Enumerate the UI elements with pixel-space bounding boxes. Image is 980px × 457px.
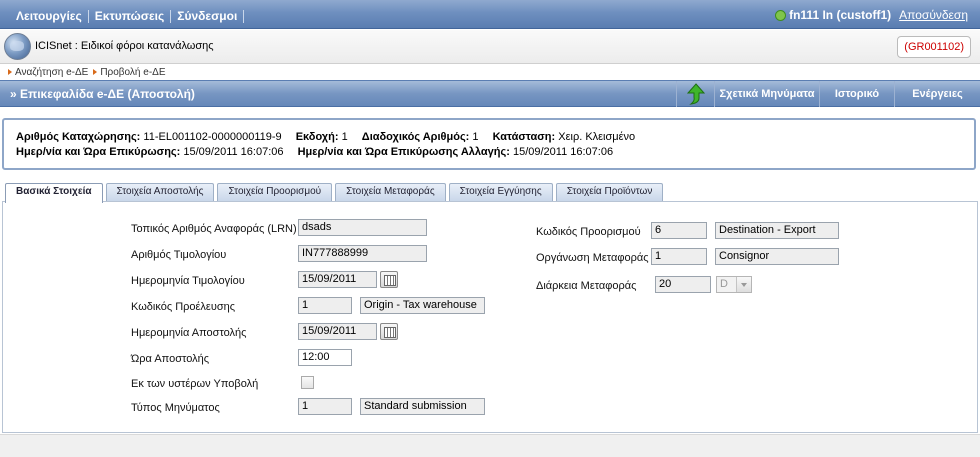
breadcrumb-search[interactable]: Αναζήτηση e-ΔΕ [15, 67, 88, 78]
breadcrumb-arrow-icon [8, 69, 12, 75]
origin-description-field: Origin - Tax warehouse [360, 297, 485, 314]
validation-datetime-label: Ημερ/νία και Ώρα Επικύρωσης: [16, 146, 181, 158]
summary-row-1: Αριθμός Καταχώρησης: 11-EL001102-0000000… [16, 131, 635, 143]
invoice-date-field[interactable]: 15/09/2011 [298, 271, 377, 288]
menu-separator [243, 9, 245, 23]
destination-code-label: Κωδικός Προορισμού [536, 226, 641, 238]
calendar-icon[interactable] [380, 323, 398, 340]
go-button[interactable] [676, 81, 714, 107]
user-area: fn111 In (custoff1) Αποσύνδεση [775, 8, 968, 22]
tab-bar: Βασικά Στοιχεία Στοιχεία Αποστολής Στοιχ… [5, 183, 666, 203]
tab-products[interactable]: Στοιχεία Προϊόντων [555, 183, 664, 201]
logout-link[interactable]: Αποσύνδεση [899, 8, 968, 22]
duration-unit-select[interactable]: D [716, 276, 752, 293]
destination-code-field[interactable]: 6 [651, 222, 707, 239]
dispatch-time-label: Ώρα Αποστολής [131, 353, 210, 365]
dispatch-date-label: Ημερομηνία Αποστολής [131, 327, 247, 339]
breadcrumb-arrow-icon [93, 69, 98, 75]
office-ref-badge: (GR001102) [897, 36, 971, 58]
section-header: » Επικεφαλίδα e-ΔΕ (Αποστολή) Σχετικά Μη… [0, 80, 980, 107]
globe-icon [4, 33, 31, 60]
origin-code-label: Κωδικός Προέλευσης [131, 301, 236, 313]
menu-separator [170, 9, 172, 23]
main-menu: Λειτουργίες Εκτυπώσεις Σύνδεσμοι [11, 9, 245, 23]
footer-bar [0, 434, 980, 457]
message-type-code-field[interactable]: 1 [298, 398, 352, 415]
breadcrumb-view[interactable]: Προβολή e-ΔΕ [100, 67, 165, 78]
document-summary: Αριθμός Καταχώρησης: 11-EL001102-0000000… [2, 118, 976, 170]
section-title: » Επικεφαλίδα e-ΔΕ (Αποστολή) [10, 87, 195, 101]
related-messages-button[interactable]: Σχετικά Μηνύματα [714, 81, 819, 107]
tab-guarantee[interactable]: Στοιχεία Εγγύησης [448, 183, 553, 201]
menu-separator [87, 9, 89, 23]
menu-prints[interactable]: Εκτυπώσεις [90, 9, 170, 23]
sequence-label: Διαδοχικός Αριθμός: [361, 131, 470, 143]
invoice-date-label: Ημερομηνία Τιμολογίου [131, 275, 245, 287]
dispatch-time-field[interactable]: 12:00 [298, 349, 352, 366]
chevron-down-icon [736, 277, 751, 292]
validation-datetime-value: 15/09/2011 16:07:06 [183, 146, 284, 158]
status-label: Κατάσταση: [492, 131, 556, 143]
origin-code-field[interactable]: 1 [298, 297, 352, 314]
deferred-submission-checkbox[interactable] [301, 376, 314, 389]
destination-description-field: Destination - Export [715, 222, 839, 239]
message-type-description-field: Standard submission [360, 398, 485, 415]
menu-links[interactable]: Σύνδεσμοι [172, 9, 242, 23]
change-validation-datetime-label: Ημερ/νία και Ώρα Επικύρωσης Αλλαγής: [297, 146, 510, 158]
transport-organisation-code-field[interactable]: 1 [651, 248, 707, 265]
deferred-submission-label: Εκ των υστέρων Υποβολή [131, 378, 259, 390]
dispatch-date-field[interactable]: 15/09/2011 [298, 323, 377, 340]
tab-basic[interactable]: Βασικά Στοιχεία [5, 183, 103, 203]
history-button[interactable]: Ιστορικό [819, 81, 894, 107]
tab-destination[interactable]: Στοιχεία Προορισμού [217, 183, 333, 201]
reg-number-label: Αριθμός Καταχώρησης: [16, 131, 141, 143]
reg-number-value: 11-EL001102-0000000119-9 [143, 131, 282, 143]
message-type-label: Τύπος Μηνύματος [131, 402, 220, 414]
app-title-bar: ICISnet : Ειδικοί φόροι κατανάλωσης (GR0… [0, 30, 980, 64]
go-arrow-icon [686, 83, 705, 105]
invoice-number-label: Αριθμός Τιμολογίου [131, 249, 227, 261]
transport-organisation-label: Οργάνωση Μεταφοράς [536, 252, 649, 264]
transport-duration-label: Διάρκεια Μεταφοράς [536, 280, 637, 292]
tab-content-panel: Τοπικός Αριθμός Αναφοράς (LRN) dsads Αρι… [2, 201, 978, 433]
user-status-icon [775, 9, 787, 21]
tab-dispatch[interactable]: Στοιχεία Αποστολής [105, 183, 215, 201]
transport-duration-field[interactable]: 20 [655, 276, 711, 293]
status-value: Χειρ. Κλεισμένο [558, 131, 636, 143]
transport-organisation-description-field: Consignor [715, 248, 839, 265]
calendar-icon[interactable] [380, 271, 398, 288]
actions-button[interactable]: Ενέργειες [894, 81, 980, 107]
summary-row-2: Ημερ/νία και Ώρα Επικύρωσης: 15/09/2011 … [16, 146, 613, 158]
menu-operations[interactable]: Λειτουργίες [11, 9, 87, 23]
lrn-field[interactable]: dsads [298, 219, 427, 236]
version-value: 1 [341, 131, 348, 143]
lrn-label: Τοπικός Αριθμός Αναφοράς (LRN) [131, 223, 297, 235]
sequence-value: 1 [472, 131, 479, 143]
change-validation-datetime-value: 15/09/2011 16:07:06 [512, 146, 614, 158]
tab-transport[interactable]: Στοιχεία Μεταφοράς [335, 183, 446, 201]
section-actions: Σχετικά Μηνύματα Ιστορικό Ενέργειες [676, 81, 980, 107]
duration-unit-value: D [720, 278, 728, 290]
app-title: ICISnet : Ειδικοί φόροι κατανάλωσης [35, 40, 214, 52]
invoice-number-field[interactable]: IN777888999 [298, 245, 427, 262]
top-menu-bar: Λειτουργίες Εκτυπώσεις Σύνδεσμοι fn111 I… [0, 0, 980, 29]
breadcrumb: Αναζήτηση e-ΔΕ Προβολή e-ΔΕ [0, 65, 980, 79]
version-label: Εκδοχή: [295, 131, 339, 143]
user-name: fn111 In (custoff1) [789, 8, 892, 22]
